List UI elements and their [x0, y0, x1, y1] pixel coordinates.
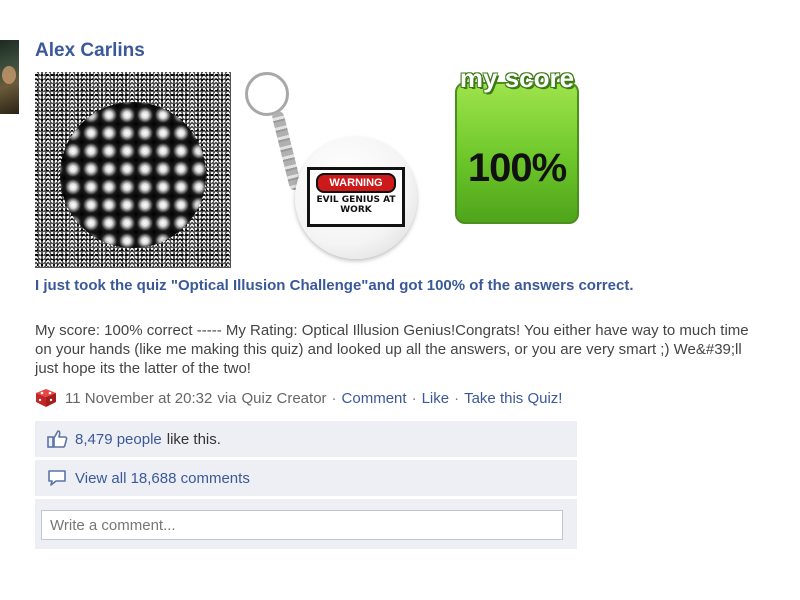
- post-timestamp[interactable]: 11 November at 20:32: [65, 390, 212, 407]
- keychain-button-image[interactable]: WARNING EVIL GENIUS AT WORK: [243, 72, 423, 268]
- via-text: via: [217, 389, 237, 407]
- score-title: my score: [459, 63, 575, 93]
- red-cube-icon[interactable]: [35, 388, 57, 408]
- likes-suffix: like this.: [166, 430, 221, 448]
- separator: ·: [411, 389, 417, 407]
- comment-link[interactable]: Comment: [342, 390, 407, 407]
- separator: ·: [454, 389, 460, 407]
- thumbs-up-icon: [46, 429, 68, 449]
- like-link[interactable]: Like: [422, 390, 450, 407]
- author-name[interactable]: Alex Carlins: [35, 40, 145, 62]
- attachment-images: WARNING EVIL GENIUS AT WORK 100% my scor…: [35, 65, 595, 268]
- optical-illusion-image[interactable]: [35, 72, 231, 268]
- post-description: My score: 100% correct ----- My Rating: …: [35, 322, 749, 377]
- take-quiz-link[interactable]: Take this Quiz!: [464, 390, 562, 407]
- warning-sign: WARNING EVIL GENIUS AT WORK: [307, 167, 405, 227]
- post-meta: 11 November at 20:32 via Quiz Creator · …: [35, 387, 562, 409]
- likes-count-link[interactable]: 8,479 people: [75, 431, 162, 448]
- score-value: 100%: [467, 146, 567, 190]
- speech-bubble-icon: [46, 468, 68, 488]
- comment-input[interactable]: [41, 510, 563, 540]
- app-name-link[interactable]: Quiz Creator: [242, 390, 327, 407]
- avatar[interactable]: [0, 40, 19, 114]
- warning-text: EVIL GENIUS AT WORK: [316, 195, 396, 215]
- separator: ·: [331, 389, 337, 407]
- score-badge: 100%: [455, 82, 579, 224]
- comments-row: View all 18,688 comments: [35, 460, 577, 496]
- post-headline-link[interactable]: I just took the quiz "Optical Illusion C…: [35, 276, 725, 296]
- comment-composer: [35, 499, 577, 549]
- illusion-disc: [60, 102, 206, 248]
- keyring: [245, 72, 289, 116]
- likes-row: 8,479 people like this.: [35, 421, 577, 457]
- warning-label: WARNING: [316, 173, 396, 193]
- warning-button-badge: WARNING EVIL GENIUS AT WORK: [295, 137, 417, 259]
- my-score-badge-image[interactable]: 100% my score: [453, 65, 581, 226]
- view-all-comments-link[interactable]: View all 18,688 comments: [75, 470, 250, 487]
